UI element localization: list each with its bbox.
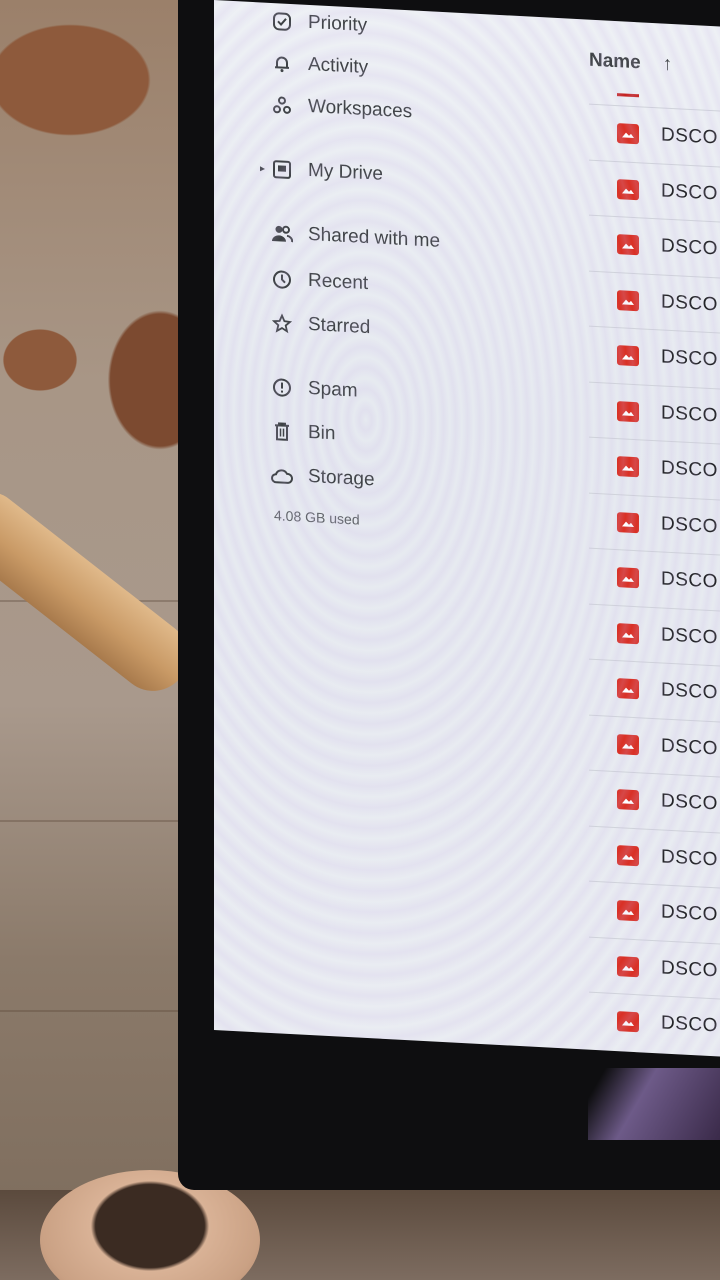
sidebar-item-label: Storage xyxy=(308,465,375,491)
file-row[interactable]: DSCO xyxy=(589,381,720,445)
trash-icon xyxy=(270,419,294,444)
file-row[interactable]: DSCO xyxy=(589,825,720,889)
sidebar-item-storage[interactable]: Storage xyxy=(270,463,375,492)
image-file-icon xyxy=(617,900,639,922)
sidebar-item-label: Starred xyxy=(308,313,371,339)
image-file-icon xyxy=(617,1011,639,1033)
sidebar-item-recent[interactable]: Recent xyxy=(270,267,368,296)
file-name: DSCO xyxy=(661,1012,718,1037)
image-file-icon xyxy=(617,789,639,811)
file-name: DSCO xyxy=(661,235,718,260)
file-name: DSCO xyxy=(661,401,718,426)
image-file-icon xyxy=(617,733,639,755)
sidebar-item-bin[interactable]: Bin xyxy=(270,419,335,446)
file-row[interactable]: DSCO xyxy=(589,769,720,834)
file-row[interactable]: DSCO xyxy=(589,603,720,667)
file-row[interactable]: DSCO xyxy=(589,270,720,334)
image-file-icon xyxy=(617,289,639,311)
image-file-icon xyxy=(617,622,639,644)
sidebar-item-my-drive[interactable]: ▸ My Drive xyxy=(260,157,383,187)
file-name: DSCO xyxy=(661,790,718,815)
file-name: DSCO xyxy=(661,901,718,926)
clock-icon xyxy=(270,267,294,292)
sidebar-item-label: Activity xyxy=(308,53,369,79)
file-name: DSCO xyxy=(661,124,718,149)
file-row[interactable]: DSCO xyxy=(589,436,720,501)
file-name: DSCO xyxy=(661,679,718,704)
sidebar-item-label: Recent xyxy=(308,269,369,295)
sort-indicator xyxy=(617,93,639,98)
sidebar-item-workspaces[interactable]: Workspaces xyxy=(270,93,412,124)
file-name: DSCO xyxy=(661,568,718,593)
image-file-icon xyxy=(617,123,639,145)
file-name: DSCO xyxy=(661,179,718,204)
file-row[interactable]: DSCO xyxy=(589,547,720,612)
file-list: Name ↑ DSCO DSCO DSCO DSCO DSCO DSCO DSCO DSCO D… xyxy=(589,20,720,1057)
storage-used-text: 4.08 GB used xyxy=(274,507,360,528)
sort-arrow-icon[interactable]: ↑ xyxy=(663,54,673,76)
image-file-icon xyxy=(617,955,639,977)
image-file-icon xyxy=(617,678,639,700)
sidebar-item-spam[interactable]: Spam xyxy=(270,375,358,404)
sidebar-item-label: My Drive xyxy=(308,159,383,185)
file-name: DSCO xyxy=(661,290,718,315)
sidebar-item-starred[interactable]: Starred xyxy=(270,311,370,340)
file-name: DSCO xyxy=(661,956,718,981)
people-icon xyxy=(270,221,294,246)
file-row[interactable]: DSCO xyxy=(589,658,720,723)
image-file-icon xyxy=(617,511,639,533)
sidebar-item-label: Priority xyxy=(308,11,368,37)
file-row[interactable]: DSCO xyxy=(589,714,720,778)
file-name: DSCO xyxy=(661,346,718,371)
priority-icon xyxy=(270,9,294,34)
file-name: DSCO xyxy=(661,734,718,759)
file-row[interactable]: DSCO xyxy=(589,103,720,168)
file-name: DSCO xyxy=(661,623,718,648)
image-file-icon xyxy=(617,844,639,866)
file-row[interactable]: DSCO xyxy=(589,991,720,1056)
drive-icon xyxy=(270,157,294,182)
file-row[interactable]: DSCO xyxy=(589,880,720,945)
file-row[interactable]: DSCO xyxy=(589,936,720,1000)
sidebar-item-label: Shared with me xyxy=(308,223,441,252)
cloud-icon xyxy=(270,463,294,488)
sidebar-item-priority[interactable]: Priority xyxy=(270,9,367,38)
sidebar: Priority Activity Workspaces ▸ My Drive xyxy=(214,0,574,1049)
drive-screen: Priority Activity Workspaces ▸ My Drive xyxy=(214,0,720,1057)
sidebar-item-label: Workspaces xyxy=(308,95,413,123)
image-file-icon xyxy=(617,456,639,478)
sidebar-item-shared-with-me[interactable]: Shared with me xyxy=(270,221,440,254)
file-row[interactable]: DSCO xyxy=(589,159,720,223)
bell-icon xyxy=(270,51,294,76)
file-row[interactable]: DSCO xyxy=(589,325,720,390)
image-file-icon xyxy=(617,567,639,589)
image-file-icon xyxy=(617,178,639,200)
workspaces-icon xyxy=(270,93,294,118)
expand-caret-icon[interactable]: ▸ xyxy=(260,163,265,174)
file-row[interactable]: DSCO xyxy=(589,492,720,556)
file-name: DSCO xyxy=(661,512,718,537)
image-file-icon xyxy=(617,345,639,367)
sidebar-item-label: Spam xyxy=(308,377,358,402)
column-label: Name xyxy=(589,49,641,74)
file-name: DSCO xyxy=(661,845,718,870)
image-file-icon xyxy=(617,234,639,256)
star-icon xyxy=(270,311,294,336)
file-row[interactable]: DSCO xyxy=(589,214,720,279)
image-file-icon xyxy=(617,400,639,422)
name-column-header[interactable]: Name ↑ xyxy=(589,50,672,76)
file-name: DSCO xyxy=(661,457,718,482)
bezel-reflection xyxy=(588,1068,720,1140)
sidebar-item-activity[interactable]: Activity xyxy=(270,51,368,80)
sidebar-item-label: Bin xyxy=(308,421,336,445)
spam-icon xyxy=(270,375,294,400)
